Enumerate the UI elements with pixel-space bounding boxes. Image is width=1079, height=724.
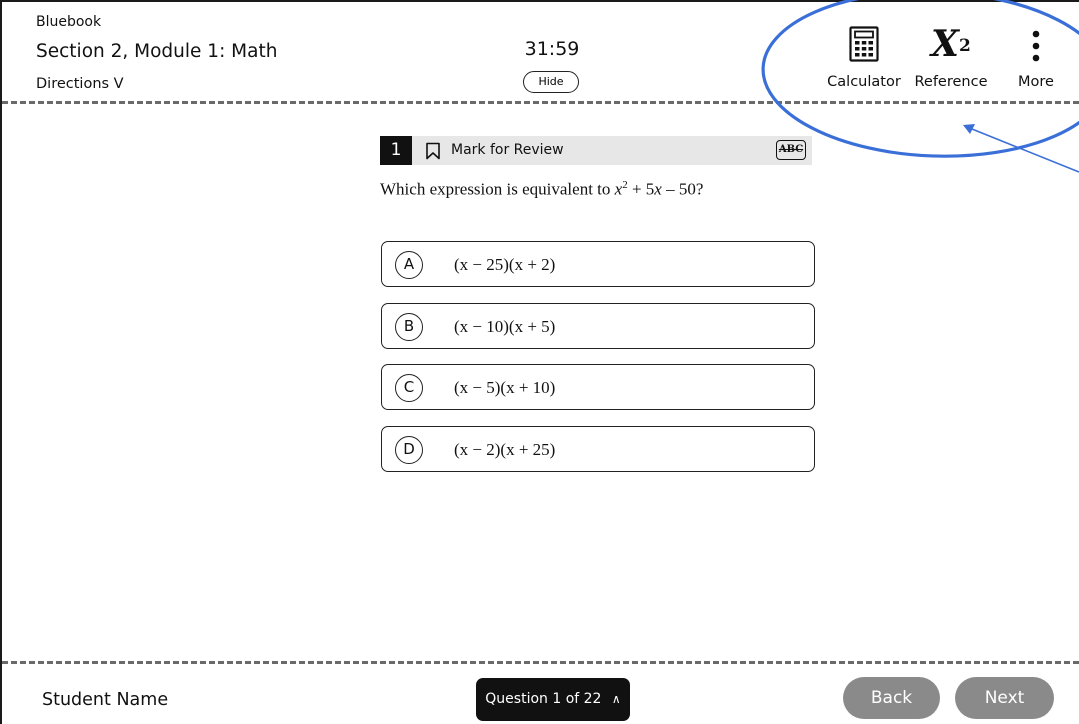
more-label: More [1018, 74, 1054, 90]
reference-button[interactable]: X2 Reference [909, 22, 993, 96]
calculator-button[interactable]: Calculator [822, 22, 906, 96]
calculator-label: Calculator [827, 74, 901, 90]
more-button[interactable]: More [1010, 22, 1062, 96]
mark-for-review-button[interactable]: Mark for Review [425, 136, 564, 165]
answer-choice-a[interactable]: A (x − 25)(x + 2) [381, 241, 815, 287]
reference-label: Reference [914, 74, 988, 90]
choice-letter: A [395, 251, 423, 279]
choice-letter: D [395, 436, 423, 464]
choice-expression: (x − 25)(x + 2) [454, 255, 556, 274]
choice-letter: C [395, 374, 423, 402]
directions-toggle[interactable]: Directions V [36, 76, 124, 92]
question-number: 1 [380, 136, 412, 165]
next-button[interactable]: Next [955, 677, 1054, 719]
choice-letter: B [395, 313, 423, 341]
answer-choice-d[interactable]: D (x − 2)(x + 25) [381, 426, 815, 472]
app-frame [0, 0, 1079, 724]
choice-expression: (x − 10)(x + 5) [454, 317, 556, 336]
bookmark-icon [426, 142, 440, 160]
directions-label: Directions [36, 76, 110, 92]
answer-choice-b[interactable]: B (x − 10)(x + 5) [381, 303, 815, 349]
reference-x-squared-icon: X2 [931, 23, 971, 65]
question-header-bar: 1 Mark for Review ABC [380, 136, 812, 165]
mark-for-review-label: Mark for Review [451, 142, 564, 158]
question-nav-label: Question 1 of 22 [485, 691, 602, 707]
chevron-up-icon: ∧ [611, 692, 621, 706]
more-vertical-icon [1032, 30, 1040, 62]
answer-eliminator-button[interactable]: ABC [776, 140, 806, 160]
back-button[interactable]: Back [843, 677, 940, 719]
app-brand: Bluebook [36, 14, 102, 30]
calculator-icon [849, 26, 879, 62]
footer-divider [2, 661, 1079, 664]
abc-strikethrough-icon: ABC [778, 144, 804, 155]
header-divider [2, 101, 1079, 104]
question-navigator-button[interactable]: Question 1 of 22 ∧ [476, 678, 630, 721]
choice-expression: (x − 2)(x + 25) [454, 440, 556, 459]
choice-expression: (x − 5)(x + 10) [454, 378, 556, 397]
answer-choice-c[interactable]: C (x − 5)(x + 10) [381, 364, 815, 410]
hide-timer-button[interactable]: Hide [523, 71, 579, 93]
student-name: Student Name [42, 690, 169, 710]
section-title: Section 2, Module 1: Math [36, 41, 278, 62]
timer: 31:59 [524, 38, 580, 60]
chevron-down-icon: V [113, 76, 124, 92]
question-stem: Which expression is equivalent to x2 + 5… [380, 179, 704, 199]
